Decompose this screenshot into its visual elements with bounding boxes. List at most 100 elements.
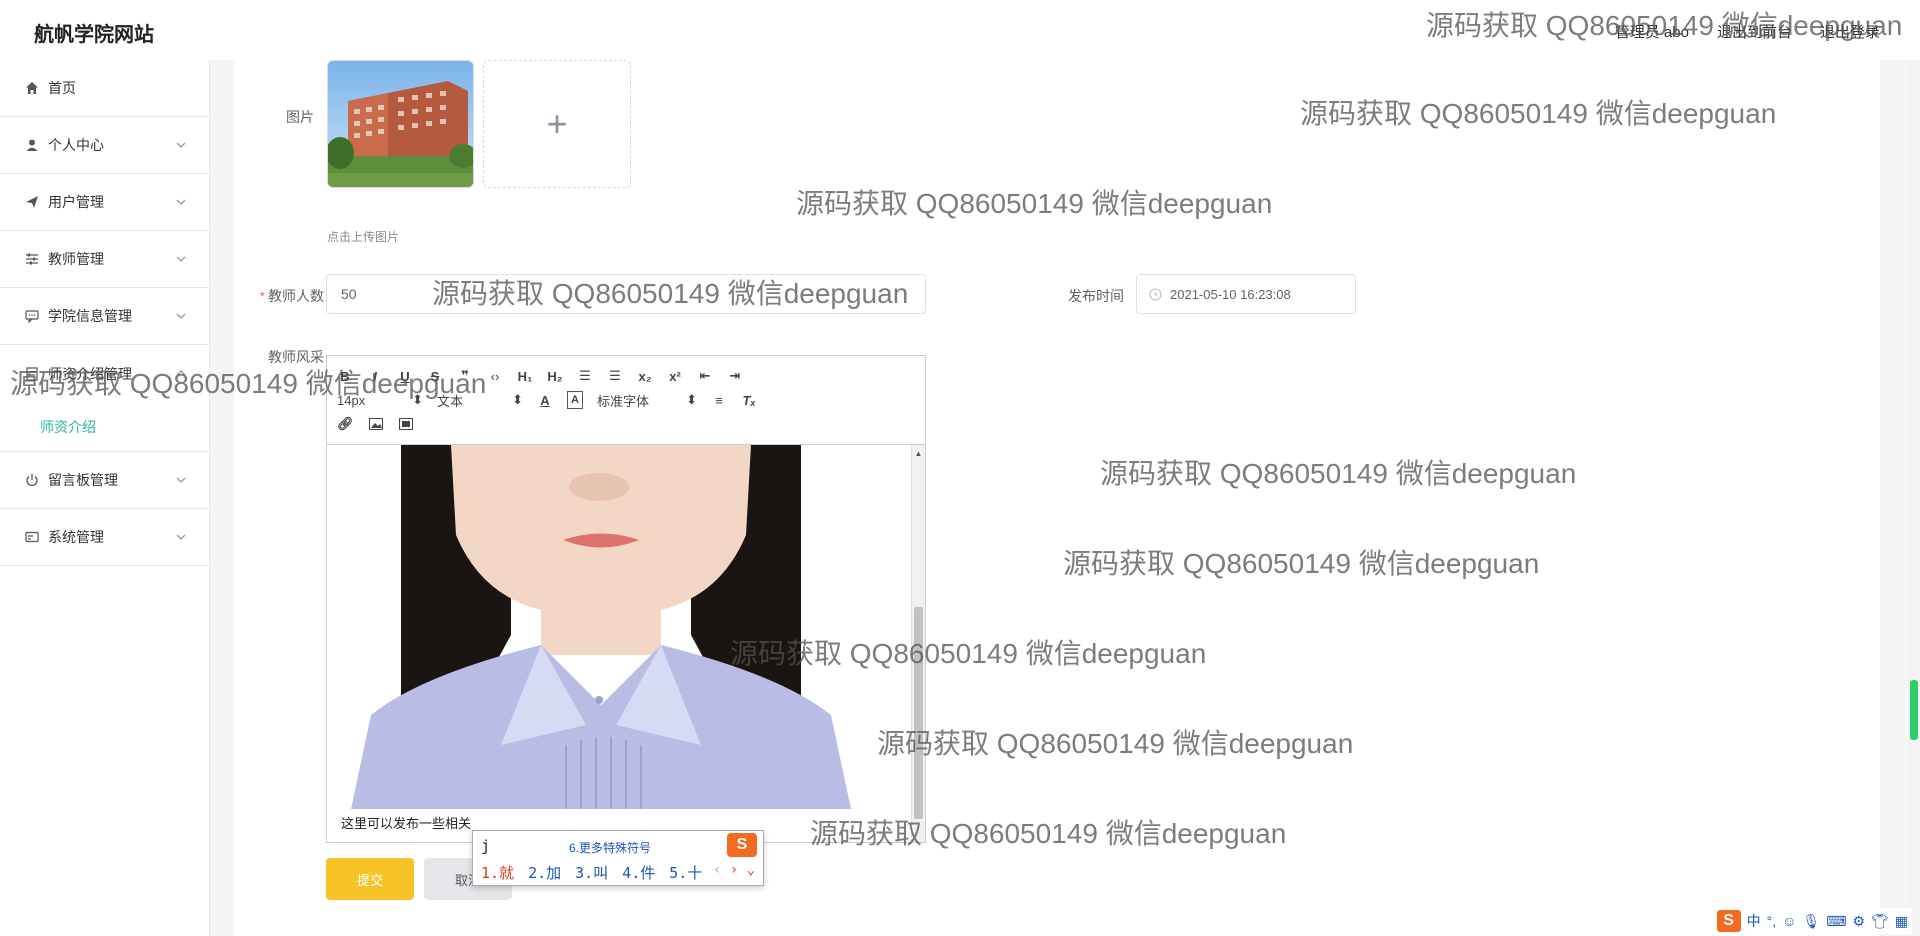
sidebar-item-message-board[interactable]: 留言板管理	[0, 452, 209, 509]
sidebar-item-label: 教师管理	[48, 251, 104, 267]
ime-lang[interactable]: 中	[1747, 911, 1761, 931]
chevron-down-icon	[176, 313, 186, 319]
code-block-icon[interactable]: ‹›	[487, 367, 503, 385]
skin-icon[interactable]: 👕︎	[1871, 913, 1889, 930]
ime-candidate[interactable]: 5.十	[669, 862, 702, 883]
link-icon[interactable]: 🔗︎	[337, 415, 354, 433]
clear-format-icon[interactable]: Tₓ	[741, 391, 757, 409]
select-arrows-icon: ⬍	[686, 392, 697, 407]
admin-label: 管理员 abo	[1614, 24, 1689, 41]
user-icon	[24, 137, 40, 153]
bullet-list-icon[interactable]: ☰	[607, 367, 623, 385]
chevron-down-icon	[176, 256, 186, 262]
editor-content[interactable]: 这里可以发布一些相关	[327, 445, 925, 842]
paragraph-select[interactable]: 文本 ⬍	[437, 391, 523, 410]
sidebar-item-label: 留言板管理	[48, 472, 118, 488]
logout-link[interactable]: 退出登录	[1820, 21, 1880, 42]
scroll-up-icon[interactable]: ▲	[912, 449, 925, 458]
sidebar-item-label: 用户管理	[48, 194, 104, 210]
paragraph-value: 文本	[437, 393, 464, 409]
font-color-icon[interactable]: A	[537, 391, 553, 409]
publish-time-input[interactable]: 2021-05-10 16:23:08	[1136, 274, 1356, 314]
card-icon	[24, 529, 40, 545]
chevron-down-icon	[176, 534, 186, 540]
indent-icon[interactable]: ⇥	[727, 367, 743, 385]
sidebar-item-college-info[interactable]: 学院信息管理	[0, 288, 209, 345]
align-icon[interactable]: ≡	[711, 391, 727, 409]
uploaded-image-thumbnail[interactable]	[327, 60, 474, 188]
sidebar-item-personal-center[interactable]: 个人中心	[0, 117, 209, 174]
outdent-icon[interactable]: ⇤	[697, 367, 713, 385]
microphone-icon[interactable]: 🎙︎	[1802, 913, 1820, 930]
editor-scroll-thumb[interactable]	[914, 607, 923, 819]
submit-button[interactable]: 提交	[326, 858, 414, 900]
background-color-icon[interactable]: A	[567, 391, 583, 409]
heading-1-button[interactable]: H₁	[517, 367, 533, 385]
bold-button[interactable]: B	[337, 367, 353, 385]
ime-input-text: j	[481, 837, 491, 855]
teacher-count-input[interactable]: 50	[326, 274, 926, 314]
font-family-select[interactable]: 标准字体 ⬍	[597, 391, 697, 410]
sidebar-subitem-faculty-intro[interactable]: 师资介绍	[0, 402, 209, 452]
top-bar: 航帆学院网站 管理员 abo 退出到前台 退出登录	[0, 0, 1920, 60]
sliders-icon	[24, 251, 40, 267]
chevron-up-icon	[176, 370, 186, 376]
chat-icon	[24, 308, 40, 324]
superscript-button[interactable]: x²	[667, 367, 683, 385]
clock-icon	[1149, 287, 1162, 301]
sidebar-item-teacher-management[interactable]: 教师管理	[0, 231, 209, 288]
back-to-front-link[interactable]: 退出到前台	[1717, 21, 1792, 42]
ime-candidate[interactable]: 4.件	[622, 862, 655, 883]
sidebar-item-faculty-intro-management[interactable]: 师资介绍管理	[0, 345, 209, 402]
ime-candidate[interactable]: 2.加	[528, 862, 561, 883]
image-label: 图片	[286, 109, 314, 125]
underline-button[interactable]: U	[397, 367, 413, 385]
punctuation-icon[interactable]: °,	[1767, 913, 1777, 929]
rich-text-editor: B I U S ❞ ‹› H₁ H₂ ☰ ☰ x₂ x² ⇤ ⇥ 14px ⬍ 文…	[326, 355, 926, 843]
chevron-right-icon[interactable]: ›	[730, 862, 738, 878]
page-scroll-thumb[interactable]	[1910, 680, 1918, 740]
keyboard-icon[interactable]: ⌨	[1826, 913, 1846, 930]
sidebar-item-system-management[interactable]: 系统管理	[0, 509, 209, 566]
site-title: 航帆学院网站	[34, 24, 154, 46]
video-icon[interactable]	[398, 415, 414, 433]
send-icon	[24, 194, 40, 210]
power-icon	[24, 472, 40, 488]
ime-candidate[interactable]: 3.叫	[575, 862, 608, 883]
font-family-value: 标准字体	[597, 393, 650, 409]
sidebar-item-home[interactable]: 首页	[0, 60, 209, 117]
home-icon	[24, 80, 40, 96]
italic-button[interactable]: I	[367, 367, 383, 385]
required-mark: *	[259, 288, 265, 304]
ime-page-nav[interactable]: ‹ › ⌄	[713, 862, 755, 878]
chevron-down-icon[interactable]: ⌄	[747, 862, 755, 878]
heading-2-button[interactable]: H₂	[547, 367, 563, 385]
editor-text: 这里可以发布一些相关	[341, 816, 472, 831]
image-icon[interactable]	[368, 415, 384, 433]
toolbox-icon[interactable]: ⚙	[1852, 913, 1865, 930]
ime-candidate[interactable]: 1.就	[481, 862, 514, 883]
font-size-value: 14px	[337, 392, 366, 408]
image-upload-button[interactable]: +	[483, 60, 631, 188]
grid-icon[interactable]: ▦	[1895, 913, 1908, 930]
page-scrollbar[interactable]	[1908, 60, 1920, 936]
chevron-down-icon	[176, 199, 186, 205]
ime-candidate-popup: j 6.更多特殊符号 S 1.就 2.加 3.叫 4.件 5.十 ‹ › ⌄	[472, 830, 764, 886]
ime-more-symbols[interactable]: 6.更多特殊符号	[569, 839, 651, 856]
font-size-select[interactable]: 14px ⬍	[337, 392, 423, 408]
strikethrough-button[interactable]: S	[427, 367, 443, 385]
chevron-left-icon[interactable]: ‹	[713, 862, 721, 878]
sidebar-item-user-management[interactable]: 用户管理	[0, 174, 209, 231]
ime-candidates: 1.就 2.加 3.叫 4.件 5.十	[481, 862, 702, 883]
doc-icon	[24, 366, 40, 382]
chevron-down-icon	[176, 477, 186, 483]
ordered-list-icon[interactable]: ☰	[577, 367, 593, 385]
select-arrows-icon: ⬍	[412, 392, 423, 407]
blockquote-icon[interactable]: ❞	[457, 367, 473, 385]
sidebar-item-label: 系统管理	[48, 529, 104, 545]
emoji-icon[interactable]: ☺	[1782, 913, 1796, 929]
sogou-logo-icon: S	[1716, 910, 1741, 932]
editor-scrollbar[interactable]: ▲	[911, 445, 925, 842]
sogou-logo-icon: S	[727, 833, 757, 857]
subscript-button[interactable]: x₂	[637, 367, 653, 385]
